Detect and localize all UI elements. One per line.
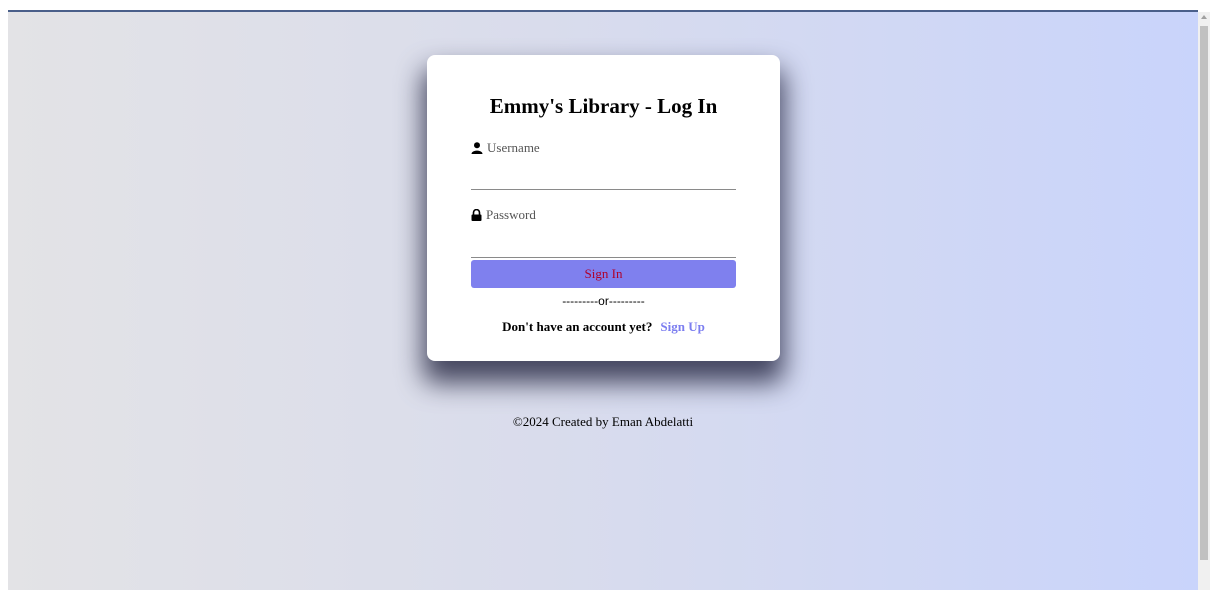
username-placeholder: Username	[487, 140, 540, 155]
signup-link[interactable]: Sign Up	[660, 319, 704, 334]
footer-copyright: ©2024 Created by Eman Abdelatti	[512, 414, 694, 429]
page-title: Emmy's Library - Log In	[489, 94, 718, 118]
signin-button[interactable]: Sign In	[471, 260, 736, 288]
lock-icon	[471, 209, 482, 221]
scrollbar-thumb[interactable]	[1200, 26, 1208, 560]
login-card: Emmy's Library - Log In Username Passwor…	[427, 55, 780, 361]
password-input[interactable]	[471, 237, 736, 258]
scroll-up-icon[interactable]	[1201, 15, 1207, 19]
or-divider: ---------or---------	[562, 294, 645, 308]
page-viewport: Emmy's Library - Log In Username Passwor…	[8, 12, 1198, 590]
password-placeholder: Password	[486, 207, 536, 222]
vertical-scrollbar[interactable]	[1198, 12, 1210, 590]
signup-row: Don't have an account yet? Sign Up	[427, 319, 780, 335]
user-icon	[471, 142, 483, 154]
password-label: Password	[471, 207, 536, 223]
username-input[interactable]	[471, 169, 736, 190]
signup-prompt: Don't have an account yet?	[502, 319, 653, 334]
username-label: Username	[471, 140, 540, 156]
